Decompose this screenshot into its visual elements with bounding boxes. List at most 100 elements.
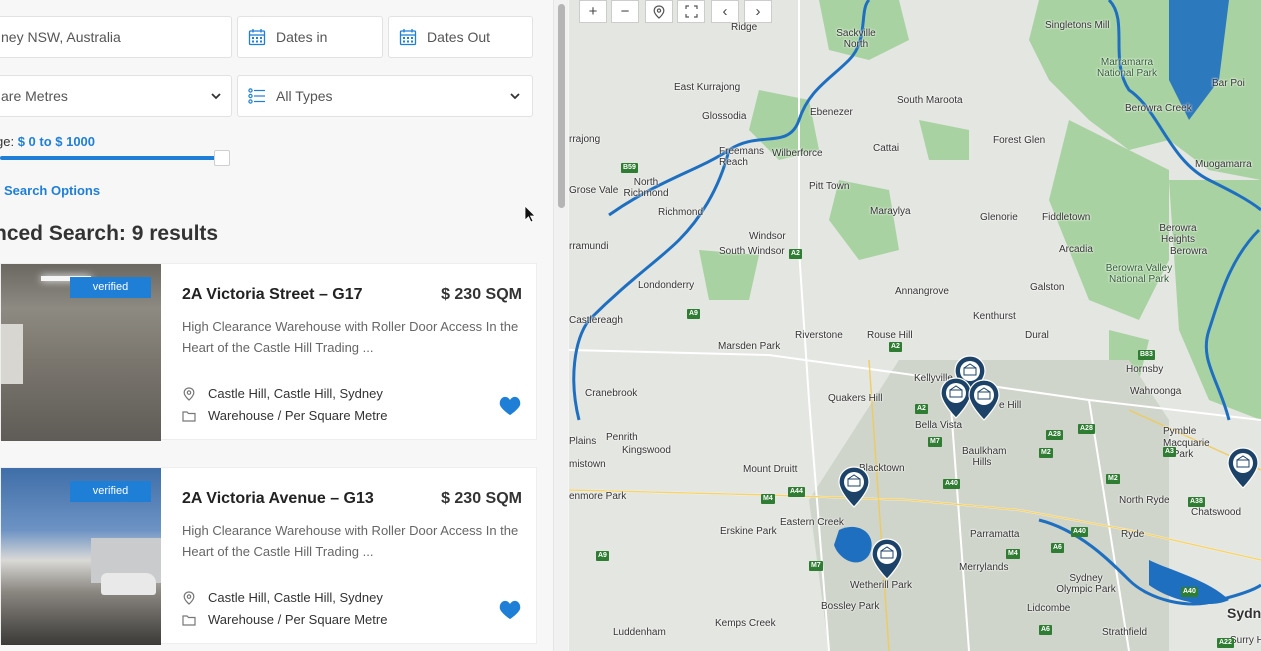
location-value: ney NSW, Australia (1, 29, 121, 45)
road-shield: A2 (789, 249, 802, 259)
price-range-track[interactable] (0, 156, 222, 160)
favorite-heart-icon[interactable] (499, 396, 521, 416)
fullscreen-button[interactable] (677, 0, 705, 23)
listing-card[interactable]: verified 2A Victoria Avenue – G13 $ 230 … (0, 467, 537, 645)
results-scrollbar[interactable] (553, 0, 568, 651)
listing-price: $ 230 SQM (441, 286, 522, 303)
folder-icon (182, 409, 196, 423)
listing-title[interactable]: 2A Victoria Street – G17 (182, 286, 363, 304)
map-label: Quakers Hill (828, 393, 883, 404)
map-label: Berowra Heights (1159, 223, 1197, 245)
listing-category: Warehouse / Per Square Metre (182, 408, 387, 423)
search-options-link[interactable]: Search Options (4, 183, 100, 198)
map-label: Wahroonga (1130, 386, 1182, 397)
map-label: Eastern Creek (780, 517, 844, 528)
road-shield: A40 (943, 479, 960, 489)
map-label: Riverstone (795, 330, 843, 341)
map-label: Kingswood (622, 445, 671, 456)
listing-map-pin[interactable] (1226, 447, 1260, 489)
map-label: Chatswood (1191, 507, 1242, 518)
map-label: Rouse Hill (867, 330, 913, 341)
size-select[interactable]: are Metres (0, 75, 232, 117)
map-label: Wilberforce (772, 148, 823, 159)
road-shield: A2 (889, 342, 902, 352)
road-shield: A28 (1046, 430, 1063, 440)
listing-map-pin[interactable] (837, 466, 871, 508)
map-label: Pitt Town (809, 181, 850, 192)
mouse-cursor-icon (524, 205, 536, 223)
map-label: Marsden Park (718, 341, 781, 352)
map-label: Kemps Creek (715, 618, 776, 629)
listing-map-pin[interactable] (870, 538, 904, 580)
map-view[interactable]: + − ‹ › Ridge Sackville North Singletons… (569, 0, 1261, 651)
dates-in-input[interactable]: Dates in (237, 16, 383, 58)
map-label: rrajong (569, 134, 601, 145)
map-prev-button[interactable]: ‹ (711, 0, 739, 23)
results-title: nced Search: 9 results (0, 222, 219, 245)
map-label: East Kurrajong (674, 82, 741, 93)
map-label: Ryde (1121, 529, 1145, 540)
list-icon (248, 87, 266, 105)
map-label: Pymble (1163, 426, 1197, 437)
map-label: Cattai (873, 143, 900, 154)
folder-icon (182, 613, 196, 627)
road-shield: M4 (761, 494, 775, 504)
map-label: Ridge (731, 22, 758, 33)
listing-map-pin[interactable] (967, 379, 1001, 421)
road-shield: A44 (788, 487, 805, 497)
road-shield: A2 (915, 404, 928, 414)
map-label: Kenthurst (973, 311, 1016, 322)
scrollbar-thumb[interactable] (558, 4, 565, 208)
dates-in-placeholder: Dates in (276, 29, 328, 45)
listing-title[interactable]: 2A Victoria Avenue – G13 (182, 490, 374, 508)
price-range-value: $ 0 to $ 1000 (17, 134, 96, 149)
favorite-heart-icon[interactable] (499, 600, 521, 620)
map-label: Strathfield (1102, 627, 1148, 638)
locate-button[interactable] (645, 0, 673, 23)
fullscreen-icon (684, 5, 698, 18)
map-marker-icon (182, 590, 196, 605)
map-label: Baulkham Hills (962, 446, 1007, 468)
map-label: Berowra (1170, 246, 1208, 257)
map-label: rramundi (569, 241, 609, 252)
map-label: Glenorie (980, 212, 1018, 223)
zoom-in-button[interactable]: + (579, 0, 607, 23)
pin-icon (653, 4, 665, 19)
map-label: Arcadia (1059, 244, 1093, 255)
map-label: Annangrove (895, 286, 949, 297)
map-label: Penrith (606, 432, 638, 443)
zoom-out-button[interactable]: − (611, 0, 639, 23)
road-shield: A6 (1039, 625, 1052, 635)
listing-card[interactable]: verified 2A Victoria Street – G17 $ 230 … (0, 263, 537, 441)
map-label: South Windsor (719, 246, 785, 257)
road-shield: M2 (1039, 448, 1053, 458)
map-label: Marramarra National Park (1096, 57, 1158, 79)
map-label: Erskine Park (720, 526, 777, 537)
verified-badge: verified (70, 481, 151, 502)
listing-price: $ 230 SQM (441, 490, 522, 507)
map-label: Plains (569, 436, 597, 447)
size-value: are Metres (1, 88, 68, 104)
dates-out-input[interactable]: Dates Out (388, 16, 533, 58)
map-label: Muogamarra (1195, 159, 1252, 170)
map-label: enmore Park (569, 491, 627, 502)
map-label: Berowra Valley National Park (1105, 263, 1173, 285)
map-label: North Ryde (1119, 495, 1170, 506)
map-marker-icon (182, 386, 196, 401)
map-label: Grose Vale (569, 185, 619, 196)
location-input[interactable]: ney NSW, Australia (0, 16, 232, 58)
map-label: Wetherill Park (850, 580, 913, 591)
map-next-button[interactable]: › (744, 0, 772, 23)
map-label: Mount Druitt (743, 464, 798, 475)
map-label: Merrylands (959, 562, 1009, 573)
type-select[interactable]: All Types (237, 75, 533, 117)
map-label: Forest Glen (993, 135, 1046, 146)
calendar-icon (399, 28, 417, 46)
map-label: Cranebrook (585, 388, 638, 399)
price-range-handle[interactable] (214, 150, 230, 166)
map-label: Windsor (749, 231, 786, 242)
map-label: Sydn (1227, 605, 1261, 621)
map-label: Hornsby (1126, 364, 1164, 375)
map-label: Luddenham (613, 627, 666, 638)
type-value: All Types (276, 88, 333, 104)
